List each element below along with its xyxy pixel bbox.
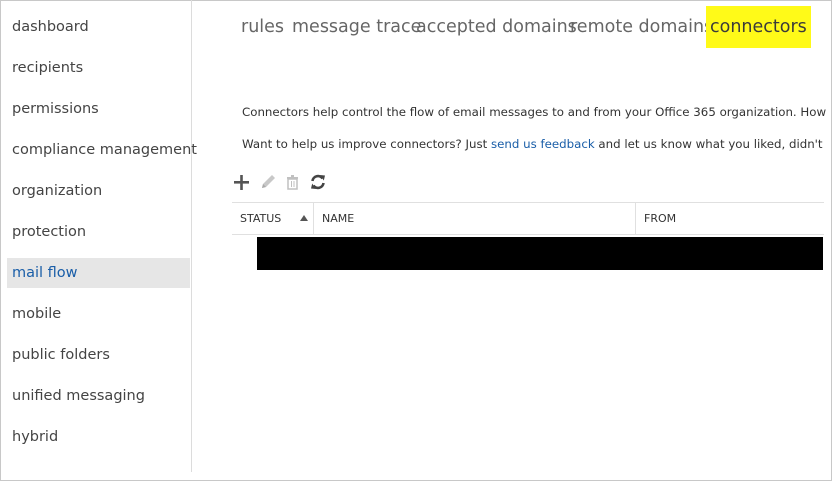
nav-item-organization[interactable]: organization <box>7 176 190 206</box>
feedback-suffix: and let us know what you liked, didn't l… <box>598 137 826 151</box>
redacted-connector-row[interactable] <box>257 237 823 270</box>
column-status[interactable]: STATUS <box>232 203 313 234</box>
refresh-icon[interactable] <box>309 172 327 192</box>
column-status-label: STATUS <box>240 212 282 225</box>
column-from[interactable]: FROM <box>636 203 824 234</box>
column-from-label: FROM <box>644 212 677 225</box>
nav-item-unified-messaging[interactable]: unified messaging <box>7 381 190 411</box>
tab-accepted-domains[interactable]: accepted domains <box>416 6 577 48</box>
left-navigation: dashboard recipients permissions complia… <box>0 0 197 472</box>
nav-item-mail-flow[interactable]: mail flow <box>7 258 190 288</box>
tab-remote-domains[interactable]: remote domains <box>570 6 713 48</box>
edit-icon[interactable] <box>259 172 277 192</box>
nav-item-recipients[interactable]: recipients <box>7 53 190 83</box>
nav-item-compliance-management[interactable]: compliance management <box>7 135 197 165</box>
nav-item-protection[interactable]: protection <box>7 217 190 247</box>
tab-rules[interactable]: rules <box>241 6 284 48</box>
delete-icon[interactable] <box>284 172 302 192</box>
nav-item-permissions[interactable]: permissions <box>7 94 190 124</box>
nav-item-mobile[interactable]: mobile <box>7 299 190 329</box>
connectors-grid-header: STATUS NAME FROM <box>232 202 824 235</box>
column-name-label: NAME <box>322 212 355 225</box>
column-name[interactable]: NAME <box>314 203 635 234</box>
feedback-line: Want to help us improve connectors? Just… <box>242 137 826 151</box>
nav-item-public-folders[interactable]: public folders <box>7 340 190 370</box>
add-icon[interactable] <box>233 172 251 192</box>
nav-item-dashboard[interactable]: dashboard <box>7 12 190 42</box>
connectors-description: Connectors help control the flow of emai… <box>242 105 826 119</box>
tab-message-trace[interactable]: message trace <box>292 6 421 48</box>
sort-ascending-icon <box>300 215 308 221</box>
feedback-prefix: Want to help us improve connectors? Just <box>242 137 491 151</box>
nav-item-hybrid[interactable]: hybrid <box>7 422 190 452</box>
tab-connectors[interactable]: connectors <box>706 6 811 48</box>
send-feedback-link[interactable]: send us feedback <box>491 137 595 151</box>
